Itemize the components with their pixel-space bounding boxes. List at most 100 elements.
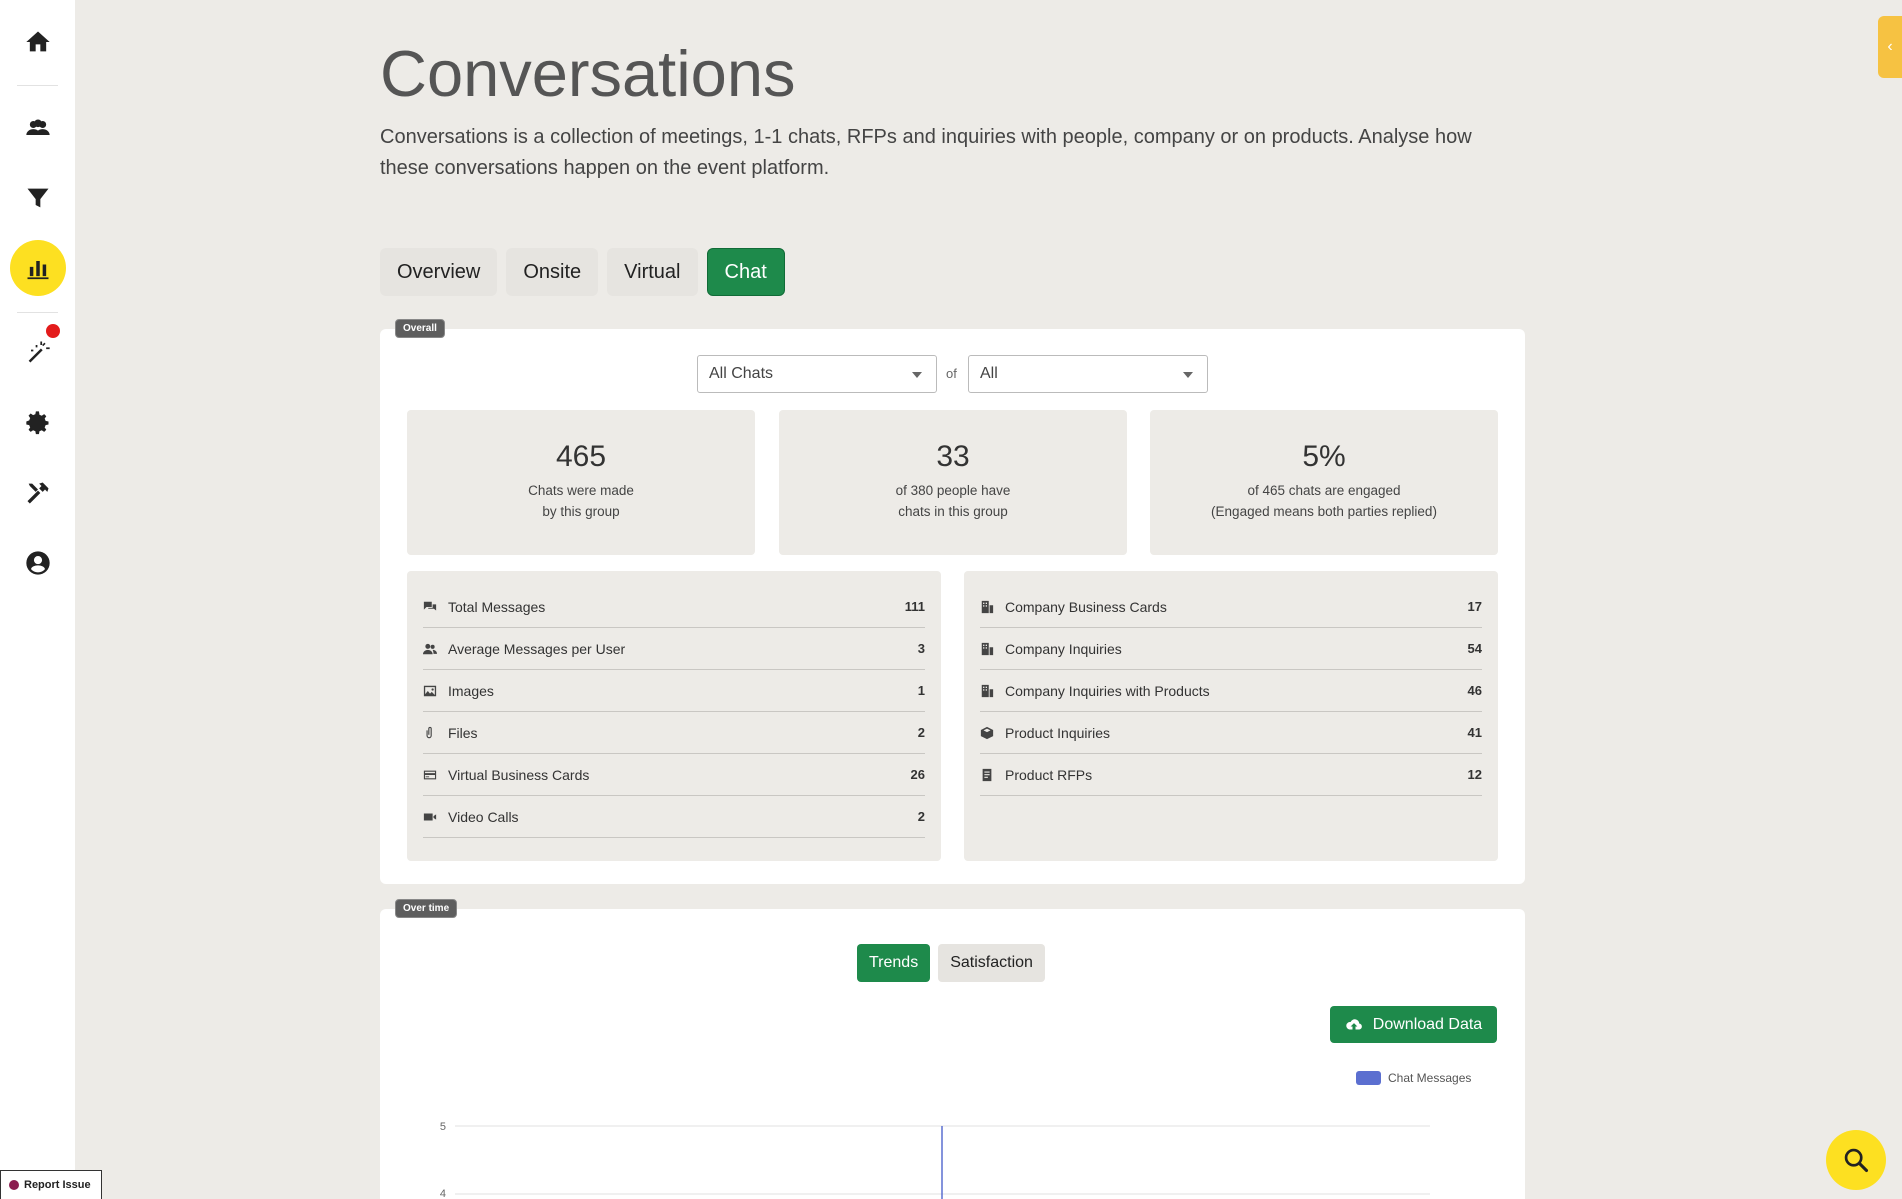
tools-icon (27, 482, 49, 504)
download-data-button[interactable]: Download Data (1330, 1006, 1497, 1043)
group-value: All (980, 365, 998, 382)
tab-onsite[interactable]: Onsite (506, 248, 599, 296)
notification-dot (46, 324, 60, 338)
building-icon (981, 684, 994, 697)
list-item-value: 111 (904, 599, 925, 614)
chat-type-value: All Chats (709, 365, 774, 382)
y-tick-label: 5 (440, 1121, 446, 1133)
magic-wand-icon (28, 341, 50, 363)
sidebar-divider (17, 85, 58, 86)
trend-chart: 5 4 (440, 1121, 1430, 1199)
stat-caption: of 380 people have (895, 483, 1011, 498)
list-item: Files 2 (423, 712, 925, 754)
list-item: Total Messages 111 (423, 586, 925, 628)
sidebar-item-profile[interactable] (10, 535, 66, 591)
list-item-value: 17 (1467, 599, 1482, 614)
list-item-value: 12 (1467, 767, 1482, 782)
stat-caption: of 465 chats are engaged (1247, 483, 1401, 498)
message-stats-panel: Total Messages 111 Average Messages per … (407, 571, 941, 861)
stat-caption: Chats were made (528, 483, 634, 498)
stat-caption: (Engaged means both parties replied) (1211, 504, 1437, 519)
card-icon (423, 770, 437, 779)
chevron-down-icon (1183, 372, 1193, 378)
overall-badge: Overall (395, 319, 445, 338)
sidebar-item-analytics[interactable] (10, 240, 66, 296)
company-stats-panel: Company Business Cards 17 Company Inquir… (964, 571, 1498, 861)
sidebar-item-filter[interactable] (10, 170, 66, 226)
list-item: Product Inquiries 41 (980, 712, 1482, 754)
legend-swatch (1356, 1071, 1381, 1085)
list-item-label: Video Calls (448, 808, 519, 825)
chevron-down-icon (912, 372, 922, 378)
filter-icon (27, 188, 49, 208)
list-item: Video Calls 2 (423, 796, 925, 838)
download-data-label: Download Data (1372, 1015, 1483, 1033)
list-item: Company Inquiries 54 (980, 628, 1482, 670)
bar-chart-icon (27, 261, 49, 280)
messages-icon (423, 601, 437, 610)
tab-overview[interactable]: Overview (380, 248, 498, 296)
stat-caption: chats in this group (898, 504, 1008, 519)
report-issue-label: Report Issue (24, 1179, 91, 1191)
main-tabs: Overview Onsite Virtual Chat (380, 248, 785, 296)
legend-label: Chat Messages (1388, 1071, 1472, 1085)
list-item-value: 2 (917, 725, 925, 740)
sidebar-item-home[interactable] (10, 14, 66, 70)
over-time-tabs: Trends Satisfaction (857, 944, 1045, 982)
list-item: Company Business Cards 17 (980, 586, 1482, 628)
sidebar (0, 0, 75, 1199)
list-item-label: Total Messages (448, 598, 546, 615)
list-item-label: Average Messages per User (448, 640, 626, 657)
list-item: Images 1 (423, 670, 925, 712)
of-label: of (946, 366, 957, 381)
search-icon (1844, 1148, 1869, 1173)
home-icon (26, 31, 50, 52)
stat-value: 5% (1302, 440, 1346, 473)
list-item-label: Company Inquiries (1005, 640, 1122, 657)
sidebar-divider (17, 312, 58, 313)
page-description: Conversations is a collection of meeting… (380, 126, 1472, 179)
list-item-value: 3 (917, 641, 925, 656)
stat-card-chats: 465 Chats were made by this group (407, 410, 755, 555)
list-item: Product RFPs 12 (980, 754, 1482, 796)
sidebar-item-settings[interactable] (10, 395, 66, 451)
report-issue-button[interactable]: Report Issue (0, 1170, 102, 1199)
stat-card-engaged: 5% of 465 chats are engaged (Engaged mea… (1150, 410, 1498, 555)
list-item-value: 46 (1467, 683, 1482, 698)
chat-type-select[interactable]: All Chats (697, 355, 937, 393)
over-time-badge: Over time (395, 899, 458, 918)
building-icon (981, 642, 994, 655)
image-icon (423, 685, 437, 696)
bug-icon (9, 1180, 19, 1190)
tab-virtual[interactable]: Virtual (607, 248, 698, 296)
sidebar-item-people[interactable] (10, 100, 66, 156)
list-item-label: Product Inquiries (1005, 724, 1111, 741)
chart-legend: Chat Messages (1356, 1071, 1471, 1085)
tab-trends[interactable]: Trends (857, 944, 931, 982)
list-item-value: 41 (1467, 725, 1482, 740)
tab-satisfaction[interactable]: Satisfaction (938, 944, 1045, 982)
group-select[interactable]: All (968, 355, 1208, 393)
stat-value: 33 (936, 440, 970, 473)
list-item-value: 26 (910, 767, 925, 782)
stat-value: 465 (555, 440, 607, 473)
tab-chat[interactable]: Chat (706, 248, 785, 296)
search-button[interactable] (1826, 1130, 1886, 1190)
list-item-value: 54 (1467, 641, 1482, 656)
page-title: Conversations (380, 37, 796, 110)
chevron-left-icon: ‹ (1887, 38, 1893, 55)
list-item-label: Company Business Cards (1005, 598, 1167, 615)
stat-card-people: 33 of 380 people have chats in this grou… (779, 410, 1127, 555)
sidebar-item-tools[interactable] (10, 465, 66, 521)
list-item-label: Files (448, 724, 478, 741)
building-icon (981, 600, 994, 613)
cloud-download-icon (1346, 1018, 1362, 1030)
list-item-value: 2 (917, 809, 925, 824)
list-item-label: Images (448, 682, 494, 699)
list-item: Company Inquiries with Products 46 (980, 670, 1482, 712)
y-tick-label: 4 (440, 1188, 446, 1199)
list-item-value: 1 (917, 683, 925, 698)
side-panel-toggle[interactable]: ‹ (1878, 16, 1902, 78)
stat-caption: by this group (542, 504, 620, 519)
users-icon (423, 643, 437, 654)
